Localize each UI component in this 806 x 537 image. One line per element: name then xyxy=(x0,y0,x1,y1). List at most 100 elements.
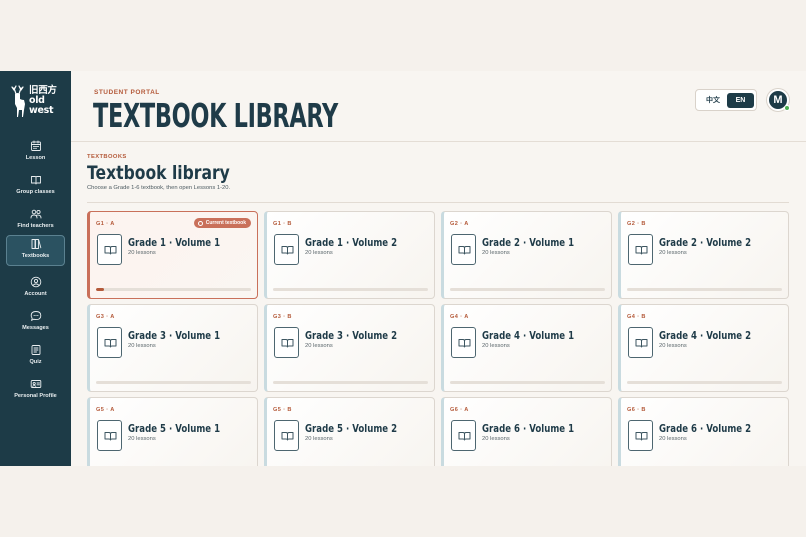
textbook-title: Grade 5 · Volume 1 xyxy=(128,422,221,435)
textbook-title: Grade 1 · Volume 2 xyxy=(305,236,398,249)
textbook-code: G3 · B xyxy=(273,314,292,320)
textbook-card[interactable]: G3 · A Grade 3 · Volume 1 20 lessons xyxy=(87,304,258,392)
sidebar: 旧西方 old west Lesson Group classes Find tea… xyxy=(0,71,71,466)
lesson-count: 20 lessons xyxy=(305,343,333,349)
textbook-card[interactable]: G5 · B Grade 5 · Volume 2 20 lessons xyxy=(264,397,435,466)
sidebar-item-label: Personal Profile xyxy=(14,393,57,399)
section-subtitle: Choose a Grade 1-6 textbook, then open L… xyxy=(87,185,231,191)
textbook-code: G5 · B xyxy=(273,407,292,413)
deer-logo-icon xyxy=(11,85,25,117)
sidebar-item-label: Find teachers xyxy=(17,223,54,229)
book-icon-box xyxy=(274,327,299,358)
lesson-count: 20 lessons xyxy=(482,436,510,442)
main-content: STUDENT PORTAL TEXTBOOK LIBRARY 中文 EN M … xyxy=(71,71,806,466)
book-icon-box xyxy=(451,234,476,265)
header-divider xyxy=(71,141,806,142)
progress-bar xyxy=(273,288,428,291)
profile-card-icon xyxy=(30,380,41,388)
section-title: Textbook library xyxy=(87,162,230,184)
textbook-card[interactable]: G3 · B Grade 3 · Volume 2 20 lessons xyxy=(264,304,435,392)
book-icon-box xyxy=(628,234,653,265)
sidebar-item-messages[interactable]: Messages xyxy=(6,308,65,338)
sidebar-item-find-teachers[interactable]: Find teachers xyxy=(6,206,65,236)
textbook-code: G3 · A xyxy=(96,314,115,320)
lesson-count: 20 lessons xyxy=(128,250,156,256)
progress-bar xyxy=(96,288,251,291)
progress-bar xyxy=(96,381,251,384)
page-title: TEXTBOOK LIBRARY xyxy=(93,96,338,135)
textbook-title: Grade 6 · Volume 2 xyxy=(659,422,752,435)
textbook-title: Grade 1 · Volume 1 xyxy=(128,236,221,249)
textbook-title: Grade 3 · Volume 1 xyxy=(128,329,221,342)
textbook-code: G6 · A xyxy=(450,407,469,413)
sidebar-item-label: Account xyxy=(24,291,47,297)
progress-bar xyxy=(627,288,782,291)
open-book-icon xyxy=(635,432,648,441)
book-icon-box xyxy=(451,420,476,451)
progress-bar xyxy=(627,381,782,384)
lang-zh-button[interactable]: 中文 xyxy=(702,93,724,108)
book-icon-box xyxy=(451,327,476,358)
textbook-card[interactable]: G5 · A Grade 5 · Volume 1 20 lessons xyxy=(87,397,258,466)
book-icon-box xyxy=(628,327,653,358)
book-icon-box xyxy=(97,327,122,358)
sidebar-item-account[interactable]: Account xyxy=(6,274,65,304)
progress-bar xyxy=(450,288,605,291)
open-book-icon xyxy=(635,246,648,255)
open-book-icon xyxy=(281,246,294,255)
textbook-title: Grade 6 · Volume 1 xyxy=(482,422,575,435)
badge-dot-icon xyxy=(197,220,203,226)
sidebar-item-group-classes[interactable]: Group classes xyxy=(6,172,65,202)
brand-logo[interactable]: 旧西方 old west xyxy=(10,84,65,120)
lesson-count: 20 lessons xyxy=(659,250,687,256)
textbook-code: G2 · B xyxy=(627,221,646,227)
textbook-card[interactable]: G2 · A Grade 2 · Volume 1 20 lessons xyxy=(441,211,612,299)
sidebar-item-personal-profile[interactable]: Personal Profile xyxy=(6,376,65,406)
textbook-title: Grade 3 · Volume 2 xyxy=(305,329,398,342)
sidebar-item-label: Textbooks xyxy=(21,253,50,259)
sidebar-item-label: Quiz xyxy=(29,359,42,365)
lesson-count: 20 lessons xyxy=(659,436,687,442)
sidebar-item-textbooks[interactable]: Textbooks xyxy=(6,235,65,266)
sidebar-item-label: Lesson xyxy=(25,155,46,161)
lesson-count: 20 lessons xyxy=(305,250,333,256)
textbook-card[interactable]: G1 · A Grade 1 · Volume 1 20 lessons Curren… xyxy=(87,211,258,299)
progress-bar xyxy=(450,381,605,384)
progress-bar xyxy=(273,381,428,384)
sidebar-item-quiz[interactable]: Quiz xyxy=(6,342,65,372)
sidebar-item-lesson[interactable]: Lesson xyxy=(6,138,65,168)
current-textbook-badge: Current textbook xyxy=(193,218,251,228)
lesson-count: 20 lessons xyxy=(482,250,510,256)
textbook-card[interactable]: G6 · A Grade 6 · Volume 1 20 lessons xyxy=(441,397,612,466)
textbook-card[interactable]: G2 · B Grade 2 · Volume 2 20 lessons xyxy=(618,211,789,299)
textbook-card[interactable]: G6 · B Grade 6 · Volume 2 20 lessons xyxy=(618,397,789,466)
book-icon xyxy=(30,176,41,185)
sidebar-item-label: Group classes xyxy=(16,189,55,195)
chat-icon xyxy=(30,311,41,321)
section-divider xyxy=(87,202,789,203)
open-book-icon xyxy=(281,432,294,441)
textbook-card[interactable]: G1 · B Grade 1 · Volume 2 20 lessons xyxy=(264,211,435,299)
textbook-card[interactable]: G4 · B Grade 4 · Volume 2 20 lessons xyxy=(618,304,789,392)
book-icon-box xyxy=(628,420,653,451)
lang-en-button[interactable]: EN xyxy=(727,93,754,108)
lesson-count: 20 lessons xyxy=(128,436,156,442)
textbook-code: G5 · A xyxy=(96,407,115,413)
textbook-code: G1 · B xyxy=(273,221,292,227)
user-circle-icon xyxy=(30,276,41,288)
progress-fill xyxy=(96,288,104,291)
lesson-count: 20 lessons xyxy=(482,343,510,349)
section-eyebrow: TEXTBOOKS xyxy=(87,154,127,160)
page-eyebrow: STUDENT PORTAL xyxy=(94,89,160,96)
book-icon-box xyxy=(274,420,299,451)
textbook-title: Grade 2 · Volume 2 xyxy=(659,236,752,249)
open-book-icon xyxy=(458,432,471,441)
textbook-title: Grade 2 · Volume 1 xyxy=(482,236,575,249)
textbook-card[interactable]: G4 · A Grade 4 · Volume 1 20 lessons xyxy=(441,304,612,392)
open-book-icon xyxy=(458,339,471,348)
textbooks-icon xyxy=(31,239,41,249)
open-book-icon xyxy=(104,339,117,348)
lesson-count: 20 lessons xyxy=(128,343,156,349)
textbook-code: G6 · B xyxy=(627,407,646,413)
textbook-title: Grade 4 · Volume 2 xyxy=(659,329,752,342)
